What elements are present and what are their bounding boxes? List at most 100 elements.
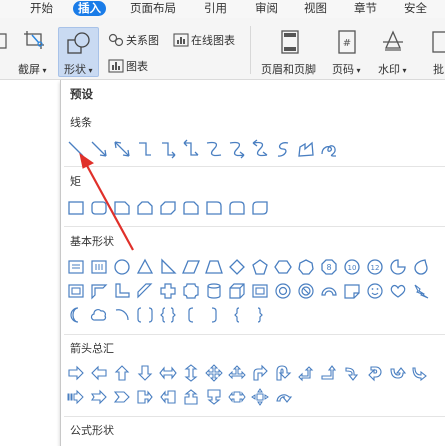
- block-arc-icon[interactable]: [319, 281, 339, 301]
- diamond-icon[interactable]: [227, 257, 247, 277]
- tab-references[interactable]: 引用: [204, 0, 227, 17]
- curved-down-arrow-icon[interactable]: [411, 363, 431, 383]
- vertical-text-box-icon[interactable]: [89, 257, 109, 277]
- down-arrow-callout-icon[interactable]: [204, 387, 224, 407]
- l-shape-icon[interactable]: [112, 281, 132, 301]
- freeform-icon[interactable]: [296, 139, 316, 159]
- double-brace-icon[interactable]: [158, 305, 178, 325]
- tab-chapter[interactable]: 章节: [354, 0, 377, 17]
- octagon-icon[interactable]: 8: [319, 257, 339, 277]
- left-arrow-icon[interactable]: [89, 363, 109, 383]
- watermark-button[interactable]: 水印 ▾: [378, 61, 407, 77]
- relation-chart-button[interactable]: 关系图: [126, 32, 159, 48]
- curved-double-arrow-connector-icon[interactable]: [250, 139, 270, 159]
- curved-left-arrow-icon[interactable]: [365, 363, 385, 383]
- round-same-side-rectangle-icon[interactable]: [227, 198, 247, 218]
- line-icon[interactable]: [66, 139, 86, 159]
- cloud-icon[interactable]: [89, 305, 109, 325]
- right-arrow-callout-icon[interactable]: [135, 387, 155, 407]
- decagon-icon[interactable]: 10: [342, 257, 362, 277]
- header-footer-button[interactable]: 页眉和页脚: [261, 61, 316, 77]
- striped-right-arrow-icon[interactable]: [66, 387, 86, 407]
- screenshot-button[interactable]: 截屏 ▾: [18, 61, 47, 77]
- left-up-arrow-icon[interactable]: [296, 363, 316, 383]
- elbow-double-arrow-connector-icon[interactable]: [181, 139, 201, 159]
- up-arrow-callout-icon[interactable]: [181, 387, 201, 407]
- quad-arrow-callout-icon[interactable]: [250, 387, 270, 407]
- round-corner-rectangle-icon[interactable]: [204, 198, 224, 218]
- arc-icon[interactable]: [112, 305, 132, 325]
- round-diagonal-rectangle-icon[interactable]: [250, 198, 270, 218]
- tab-page-layout[interactable]: 页面布局: [130, 0, 176, 17]
- left-bracket-icon[interactable]: [181, 305, 201, 325]
- tab-security[interactable]: 安全: [404, 0, 427, 17]
- bent-up-arrow-icon[interactable]: [319, 363, 339, 383]
- triangle-icon[interactable]: [135, 257, 155, 277]
- half-frame-icon[interactable]: [89, 281, 109, 301]
- up-arrow-icon[interactable]: [112, 363, 132, 383]
- screenshot-icon[interactable]: [24, 29, 48, 55]
- rounded-rectangle-icon[interactable]: [89, 198, 109, 218]
- curved-arrow-connector-icon[interactable]: [227, 139, 247, 159]
- no-symbol-icon[interactable]: [296, 281, 316, 301]
- rectangle-icon[interactable]: [66, 198, 86, 218]
- tab-review[interactable]: 审阅: [255, 0, 278, 17]
- pie-icon[interactable]: [388, 257, 408, 277]
- u-turn-arrow-icon[interactable]: [273, 363, 293, 383]
- left-arrow-callout-icon[interactable]: [158, 387, 178, 407]
- chevron-shape-icon[interactable]: [112, 387, 132, 407]
- trapezoid-icon[interactable]: [204, 257, 224, 277]
- snip-diagonal-rectangle-icon[interactable]: [158, 198, 178, 218]
- smiley-face-icon[interactable]: [365, 281, 385, 301]
- cube-icon[interactable]: [227, 281, 247, 301]
- can-icon[interactable]: [204, 281, 224, 301]
- chart-button[interactable]: 图表: [126, 58, 148, 74]
- snip-round-rectangle-icon[interactable]: [181, 198, 201, 218]
- double-bracket-icon[interactable]: [135, 305, 155, 325]
- right-triangle-icon[interactable]: [158, 257, 178, 277]
- up-down-arrow-icon[interactable]: [181, 363, 201, 383]
- picture-icon[interactable]: [0, 32, 8, 54]
- plus-shape-icon[interactable]: [158, 281, 178, 301]
- batch-button[interactable]: 批: [433, 61, 444, 77]
- dodecagon-icon[interactable]: 12: [365, 257, 385, 277]
- notched-right-arrow-icon[interactable]: [89, 387, 109, 407]
- heptagon-icon[interactable]: [296, 257, 316, 277]
- curved-up-arrow-icon[interactable]: [388, 363, 408, 383]
- teardrop-icon[interactable]: [411, 257, 431, 277]
- pentagon-icon[interactable]: [250, 257, 270, 277]
- left-right-arrow-icon[interactable]: [158, 363, 178, 383]
- moon-icon[interactable]: [66, 305, 86, 325]
- hexagon-icon[interactable]: [273, 257, 293, 277]
- tab-view[interactable]: 视图: [304, 0, 327, 17]
- tab-home[interactable]: 开始: [30, 0, 53, 17]
- lightning-bolt-icon[interactable]: [411, 281, 431, 301]
- right-brace-icon[interactable]: [250, 305, 270, 325]
- arrow-line-icon[interactable]: [89, 139, 109, 159]
- elbow-connector-icon[interactable]: [135, 139, 155, 159]
- curved-connector-icon[interactable]: [204, 139, 224, 159]
- left-brace-icon[interactable]: [227, 305, 247, 325]
- parallelogram-icon[interactable]: [181, 257, 201, 277]
- right-arrow-icon[interactable]: [66, 363, 86, 383]
- curve-icon[interactable]: [273, 139, 293, 159]
- bevel-icon[interactable]: [250, 281, 270, 301]
- oval-icon[interactable]: [112, 257, 132, 277]
- donut-icon[interactable]: [273, 281, 293, 301]
- folded-corner-icon[interactable]: [342, 281, 362, 301]
- snip-corner-rectangle-icon[interactable]: [112, 198, 132, 218]
- right-bracket-icon[interactable]: [204, 305, 224, 325]
- circular-arrow-icon[interactable]: [273, 387, 293, 407]
- tab-insert[interactable]: 插入: [73, 1, 106, 16]
- page-number-button[interactable]: 页码 ▾: [332, 61, 361, 77]
- double-arrow-line-icon[interactable]: [112, 139, 132, 159]
- heart-icon[interactable]: [388, 281, 408, 301]
- left-right-up-arrow-icon[interactable]: [227, 363, 247, 383]
- down-arrow-icon[interactable]: [135, 363, 155, 383]
- frame-icon[interactable]: [66, 281, 86, 301]
- elbow-arrow-connector-icon[interactable]: [158, 139, 178, 159]
- text-box-icon[interactable]: [66, 257, 86, 277]
- snip-same-side-rectangle-icon[interactable]: [135, 198, 155, 218]
- scribble-icon[interactable]: [319, 139, 339, 159]
- curved-right-arrow-icon[interactable]: [342, 363, 362, 383]
